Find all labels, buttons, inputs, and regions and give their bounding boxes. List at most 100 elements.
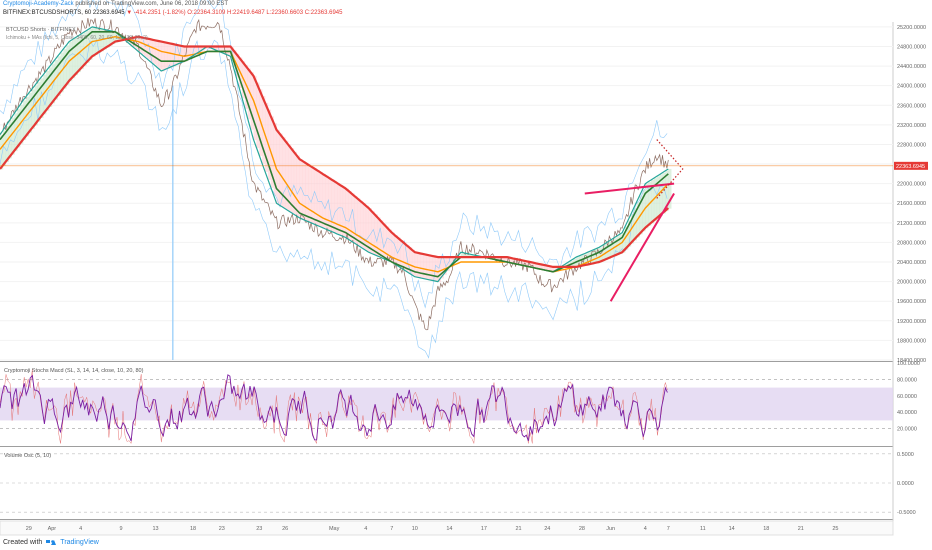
ichimoku-cloud-segment <box>365 205 370 251</box>
time-tick-label: 28 <box>579 526 585 532</box>
ichimoku-cloud-segment <box>311 166 315 224</box>
time-tick-label: 7 <box>390 526 393 532</box>
ohlc-high: H:22419.6487 <box>227 10 265 16</box>
time-tick-label: Jun <box>606 526 615 532</box>
time-tick-label: 26 <box>282 526 288 532</box>
price-tick-label: 20400.0000 <box>897 260 926 266</box>
time-tick-label: 14 <box>446 526 452 532</box>
ichimoku-cloud-segment <box>426 254 430 280</box>
time-tick-label: 10 <box>412 526 418 532</box>
price-tick-label: 20000.0000 <box>897 280 926 286</box>
price-pane-subtitle: Ichimoku + MAs (Ichi, 5, Close, 3400, 60… <box>6 35 148 41</box>
ichimoku-cloud-segment <box>155 40 159 67</box>
tradingview-logo-icon <box>46 540 57 545</box>
ichimoku-cloud-segment <box>357 198 361 246</box>
ichimoku-cloud-segment <box>296 155 300 217</box>
symbol-name[interactable]: BITFINEX:BTCUSDSHORTS, 60 <box>3 10 91 16</box>
ichimoku-cloud-segment <box>319 172 323 228</box>
price-tick-label: 22000.0000 <box>897 182 926 188</box>
price-tick-label: 23200.0000 <box>897 123 926 129</box>
price-tick-label: 18800.0000 <box>897 338 926 344</box>
ichimoku-cloud-segment <box>164 42 168 71</box>
ichimoku-cloud-segment <box>403 242 407 270</box>
ohlc-open: O:22364.3109 <box>187 10 226 16</box>
price-pane-title: BTCUSD Shorts · BITFINEX <box>6 27 76 33</box>
ichimoku-cloud-segment <box>400 239 404 269</box>
ichimoku-cloud-segment <box>429 255 433 281</box>
time-tick-label: 21 <box>515 526 521 532</box>
price-tick-label: 21600.0000 <box>897 201 926 207</box>
tradingview-brand[interactable]: TradingView <box>60 539 99 546</box>
ichimoku-cloud-segment <box>360 200 364 248</box>
price-tick-label: 22800.0000 <box>897 142 926 148</box>
footer: Created with TradingView <box>3 539 99 546</box>
price-tick-label: 25200.0000 <box>897 25 926 31</box>
volume-osc-pane-title: Volume Osc (5, 10) <box>4 453 51 459</box>
ichimoku-cloud-segment <box>432 255 436 281</box>
ichimoku-cloud-segment <box>308 164 312 223</box>
price-tick-label: 19200.0000 <box>897 319 926 325</box>
ichimoku-cloud-segment <box>302 160 306 220</box>
price-tick-label: 20800.0000 <box>897 240 926 246</box>
author-link[interactable]: Cryptomoji-Academy-Zack <box>3 1 74 7</box>
ichimoku-cloud-segment <box>158 40 162 70</box>
price-change: ▼ -414.2351 (-1.82%) <box>126 10 186 16</box>
symbol-header: BITFINEX:BTCUSDSHORTS, 60 22363.6945 ▼ -… <box>3 10 342 16</box>
price-tick-label: 24000.0000 <box>897 84 926 90</box>
time-tick-label: 14 <box>729 526 735 532</box>
stoch-tick-label: 80.0000 <box>897 377 917 383</box>
ichimoku-cloud-segment <box>316 170 321 226</box>
ichimoku-cloud-segment <box>362 203 367 250</box>
price-tick-label: 19600.0000 <box>897 299 926 305</box>
time-tick-label: 4 <box>644 526 647 532</box>
chart-background <box>0 0 932 550</box>
ichimoku-cloud-segment <box>331 179 335 232</box>
stoch-tick-label: 20.0000 <box>897 427 917 433</box>
publish-info: published on TradingView.com, June 06, 2… <box>75 1 229 7</box>
chart-canvas[interactable]: 18400.000018800.000019200.000019600.0000… <box>0 0 932 550</box>
ichimoku-cloud-segment <box>434 256 439 282</box>
time-tick-label: 17 <box>481 526 487 532</box>
ichimoku-cloud-segment <box>313 168 318 225</box>
ichimoku-cloud-segment <box>354 195 358 244</box>
created-with-label: Created with <box>3 539 43 546</box>
ichimoku-cloud-segment <box>345 188 349 239</box>
stoch-tick-label: 40.0000 <box>897 410 917 416</box>
ichimoku-cloud-segment <box>334 181 338 234</box>
ichimoku-cloud-segment <box>420 253 424 279</box>
time-tick-label: 23 <box>219 526 225 532</box>
time-tick-label: 25 <box>832 526 838 532</box>
ohlc-low: L:22360.6603 <box>266 10 304 16</box>
time-tick-label: May <box>329 526 340 532</box>
time-tick-label: 21 <box>798 526 804 532</box>
time-tick-label: 9 <box>119 526 122 532</box>
price-tick-label: 21200.0000 <box>897 221 926 227</box>
last-price-tag-label: 22363.6945 <box>896 164 925 170</box>
ichimoku-cloud-segment <box>351 193 355 242</box>
ichimoku-cloud-segment <box>414 252 418 278</box>
stoch-pane-title: Cryptomoji Stochs Macd (SL, 3, 14, 14, c… <box>4 368 144 374</box>
volume-osc-tick-label: -0.5000 <box>897 510 916 516</box>
volume-osc-tick-label: 0.5000 <box>897 452 914 458</box>
publish-header: Cryptomoji-Academy-Zack published on Tra… <box>3 1 228 7</box>
ichimoku-cloud-segment <box>423 254 427 280</box>
time-tick-label: 24 <box>544 526 550 532</box>
price-tick-label: 24400.0000 <box>897 64 926 70</box>
time-tick-label: 4 <box>79 526 82 532</box>
time-tick-label: 13 <box>152 526 158 532</box>
price-tick-label: 23600.0000 <box>897 103 926 109</box>
last-price: 22363.6945 <box>92 10 125 16</box>
ichimoku-cloud-segment <box>322 173 326 229</box>
ichimoku-cloud-segment <box>348 191 352 240</box>
time-tick-label: 18 <box>763 526 769 532</box>
ichimoku-cloud-segment <box>305 162 309 221</box>
time-tick-label: 18 <box>190 526 196 532</box>
price-tick-label: 24800.0000 <box>897 44 926 50</box>
ichimoku-cloud-segment <box>161 41 165 72</box>
ichimoku-cloud-segment <box>169 43 174 68</box>
ichimoku-cloud-segment <box>290 148 295 213</box>
ohlc-close: C:22363.6945 <box>304 10 343 16</box>
ichimoku-cloud-segment <box>152 39 156 65</box>
time-tick-label: Apr <box>48 526 57 532</box>
stoch-tick-label: 100.0000 <box>897 361 920 367</box>
